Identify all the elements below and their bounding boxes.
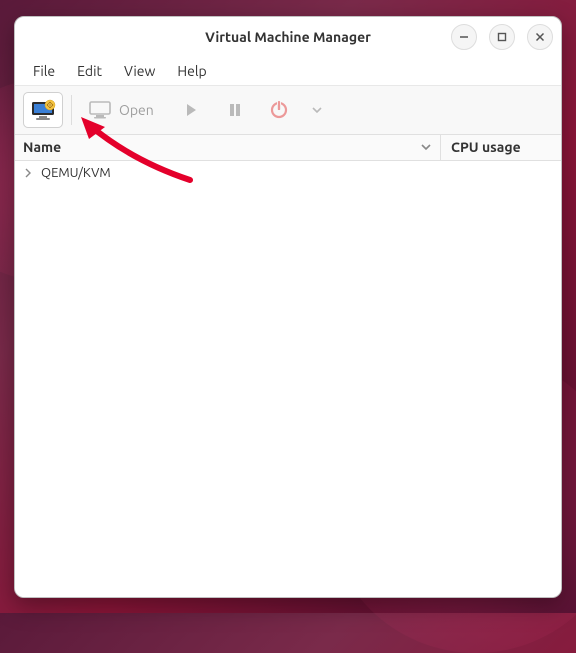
- toolbar: Open: [15, 85, 561, 135]
- play-icon: [183, 102, 199, 118]
- new-vm-button[interactable]: [23, 92, 63, 128]
- play-button[interactable]: [171, 92, 211, 128]
- column-cpu-header[interactable]: CPU usage: [441, 135, 561, 160]
- pause-button[interactable]: [215, 92, 255, 128]
- new-vm-icon: [30, 99, 56, 121]
- column-name-header[interactable]: Name: [15, 135, 441, 160]
- open-button-label: Open: [119, 102, 154, 118]
- shutdown-button[interactable]: [259, 92, 299, 128]
- menu-help[interactable]: Help: [167, 60, 216, 82]
- vm-tree-view[interactable]: QEMU/KVM: [15, 161, 561, 597]
- column-cpu-label: CPU usage: [451, 139, 521, 155]
- menu-edit[interactable]: Edit: [67, 60, 112, 82]
- window-controls: [451, 24, 553, 50]
- chevron-down-icon: [311, 104, 323, 116]
- monitor-icon: [89, 101, 111, 119]
- connection-label: QEMU/KVM: [41, 166, 111, 180]
- close-button[interactable]: [527, 24, 553, 50]
- shutdown-menu-button[interactable]: [303, 92, 331, 128]
- power-icon: [269, 100, 289, 120]
- menubar: File Edit View Help: [15, 57, 561, 85]
- maximize-button[interactable]: [489, 24, 515, 50]
- close-icon: [535, 32, 545, 42]
- titlebar[interactable]: Virtual Machine Manager: [15, 17, 561, 57]
- connection-row[interactable]: QEMU/KVM: [15, 161, 561, 185]
- open-vm-button[interactable]: Open: [80, 92, 167, 128]
- minimize-button[interactable]: [451, 24, 477, 50]
- menu-file[interactable]: File: [23, 60, 65, 82]
- minimize-icon: [459, 32, 469, 42]
- toolbar-separator: [71, 95, 72, 125]
- application-window: Virtual Machine Manager File Edit View H…: [14, 16, 562, 598]
- menu-view[interactable]: View: [114, 60, 165, 82]
- columns-header: Name CPU usage: [15, 135, 561, 161]
- column-name-label: Name: [23, 139, 61, 155]
- pause-icon: [227, 102, 243, 118]
- sort-chevron-down-icon: [420, 141, 432, 153]
- tree-expand-toggle[interactable]: [21, 168, 35, 178]
- maximize-icon: [497, 32, 507, 42]
- chevron-right-icon: [23, 168, 33, 178]
